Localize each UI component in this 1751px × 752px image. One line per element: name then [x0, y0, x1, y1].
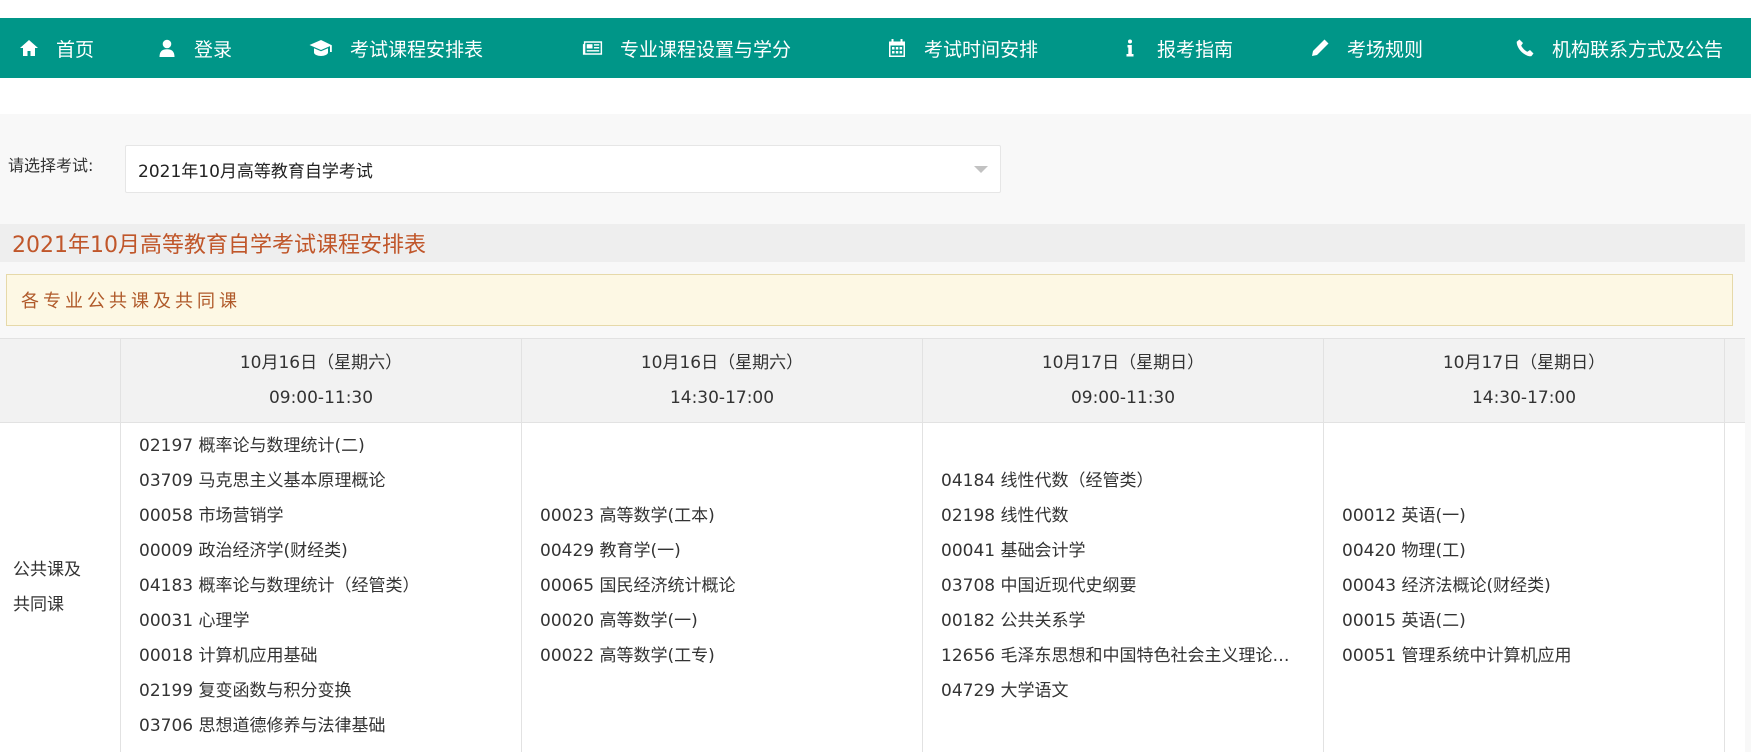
course-item: 00051 管理系统中计算机应用 — [1342, 646, 1572, 666]
column-header: 10月17日（星期日） 09:00-11:30 — [922, 339, 1323, 423]
nav-item-label: 机构联系方式及公告 — [1552, 38, 1724, 61]
course-item: 00065 国民经济统计概论 — [540, 576, 736, 596]
schedule-cell: 04184 线性代数（经管类） 02198 线性代数 00041 基础会计学 0… — [922, 423, 1323, 752]
course-item: 00058 市场营销学 — [139, 506, 284, 526]
section-notice: 各专业公共课及共同课 — [6, 274, 1733, 326]
course-item: 00009 政治经济学(财经类) — [139, 541, 348, 561]
course-item: 02199 复变函数与积分变换 — [139, 681, 352, 701]
schedule-table: 10月16日（星期六） 09:00-11:30 10月16日（星期六） 14:3… — [0, 338, 1745, 752]
pencil-icon — [1309, 37, 1331, 59]
course-item: 00043 经济法概论(财经类) — [1342, 576, 1551, 596]
nav-item-login[interactable]: 登录 — [156, 18, 232, 78]
course-item: 00429 教育学(一) — [540, 541, 681, 561]
home-icon — [18, 37, 40, 59]
exam-select-label: 请选择考试: — [8, 156, 94, 175]
course-item: 00041 基础会计学 — [941, 541, 1086, 561]
nav-item-exam-time[interactable]: 考试时间安排 — [886, 18, 1038, 78]
schedule-cell: 02197 概率论与数理统计(二) 03709 马克思主义基本原理概论 0005… — [120, 423, 521, 752]
course-item: 00023 高等数学(工本) — [540, 506, 715, 526]
page-title: 2021年10月高等教育自学考试课程安排表 — [12, 233, 426, 258]
calendar-icon — [886, 37, 908, 59]
column-time: 14:30-17:00 — [1471, 388, 1577, 408]
column-date: 10月17日（星期日） — [1041, 353, 1205, 373]
nav-item-label: 考试时间安排 — [924, 38, 1039, 61]
section-notice-text: 各专业公共课及共同课 — [21, 291, 241, 312]
course-item: 02198 线性代数 — [941, 506, 1069, 526]
nav-item-major-courses[interactable]: 专业课程设置与学分 — [580, 18, 791, 78]
schedule-cell: 00012 英语(一) 00420 物理(工) 00043 经济法概论(财经类)… — [1323, 423, 1725, 752]
row-label-line: 共同课 — [13, 595, 64, 615]
nav-item-guide[interactable]: 报考指南 — [1119, 18, 1233, 78]
course-item: 00022 高等数学(工专) — [540, 646, 715, 666]
nav-item-label: 考场规则 — [1347, 38, 1424, 61]
row-label: 公共课及 共同课 — [0, 423, 120, 752]
course-item: 02197 概率论与数理统计(二) — [139, 436, 365, 456]
exam-select-value: 2021年10月高等教育自学考试 — [138, 161, 373, 182]
column-time: 14:30-17:00 — [669, 388, 775, 408]
nav-item-course-schedule[interactable]: 考试课程安排表 — [308, 18, 483, 78]
row-label-line: 公共课及 — [13, 560, 81, 580]
column-time: 09:00-11:30 — [268, 388, 374, 408]
caret-down-icon — [974, 166, 988, 173]
nav-item-label: 首页 — [56, 38, 95, 61]
course-item: 04183 概率论与数理统计（经管类） — [139, 576, 420, 596]
course-item: 00031 心理学 — [139, 611, 250, 631]
nav-item-label: 专业课程设置与学分 — [620, 38, 792, 61]
course-item: 00018 计算机应用基础 — [139, 646, 318, 666]
column-date: 10月16日（星期六） — [239, 353, 403, 373]
main-content: 请选择考试: 2021年10月高等教育自学考试 2021年10月高等教育自学考试… — [0, 114, 1751, 752]
graduation-cap-icon — [308, 37, 334, 59]
course-item: 00015 英语(二) — [1342, 611, 1466, 631]
info-icon — [1119, 37, 1141, 59]
exam-select[interactable]: 2021年10月高等教育自学考试 — [125, 145, 1001, 193]
column-date: 10月17日（星期日） — [1442, 353, 1606, 373]
nav-item-home[interactable]: 首页 — [18, 18, 94, 78]
course-item: 00182 公共关系学 — [941, 611, 1086, 631]
phone-icon — [1514, 37, 1536, 59]
nav-item-contact[interactable]: 机构联系方式及公告 — [1514, 18, 1723, 78]
schedule-header-row: 10月16日（星期六） 09:00-11:30 10月16日（星期六） 14:3… — [0, 339, 1745, 423]
column-header: 10月16日（星期六） 09:00-11:30 — [120, 339, 521, 423]
course-item: 03709 马克思主义基本原理概论 — [139, 471, 386, 491]
course-item: 04184 线性代数（经管类） — [941, 471, 1154, 491]
column-header: 10月16日（星期六） 14:30-17:00 — [521, 339, 922, 423]
nav-item-label: 登录 — [194, 38, 233, 61]
column-date: 10月16日（星期六） — [640, 353, 804, 373]
user-icon — [156, 37, 178, 59]
table-title-bar: 2021年10月高等教育自学考试课程安排表 — [0, 224, 1745, 262]
nav-item-label: 报考指南 — [1157, 38, 1234, 61]
column-time: 09:00-11:30 — [1070, 388, 1176, 408]
newspaper-icon — [580, 37, 604, 59]
course-item: 00420 物理(工) — [1342, 541, 1466, 561]
column-header: 10月17日（星期日） 14:30-17:00 — [1323, 339, 1725, 423]
course-item: 03708 中国近现代史纲要 — [941, 576, 1137, 596]
top-nav: 首页 登录 考试课程安排表 专业课程设置与学分 考试时间安排 报考指南 考场规则… — [0, 18, 1751, 78]
course-item: 12656 毛泽东思想和中国特色社会主义理论… — [941, 646, 1290, 666]
schedule-cell: 00023 高等数学(工本) 00429 教育学(一) 00065 国民经济统计… — [521, 423, 922, 752]
course-item: 03706 思想道德修养与法律基础 — [139, 716, 386, 736]
nav-item-exam-rules[interactable]: 考场规则 — [1309, 18, 1423, 78]
nav-item-label: 考试课程安排表 — [350, 38, 484, 61]
course-item: 00020 高等数学(一) — [540, 611, 698, 631]
course-item: 00012 英语(一) — [1342, 506, 1466, 526]
course-item: 04729 大学语文 — [941, 681, 1069, 701]
